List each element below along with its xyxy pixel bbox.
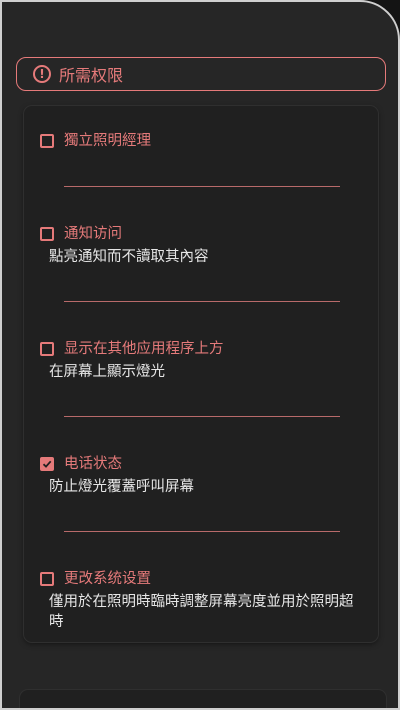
checkbox-lighting-manager[interactable] [40,134,54,148]
permission-description: 點亮通知而不讀取其內容 [49,249,209,265]
divider [64,301,340,302]
checkbox-display-over-apps[interactable] [40,342,54,356]
checkbox-modify-system-settings[interactable] [40,572,54,586]
permission-title[interactable]: 通知访问 [64,225,122,243]
permissions-card: 獨立照明經理 通知访问 點亮通知而不讀取其內容 显示在其他应用程序上方 在屏幕上… [24,106,378,642]
permission-item-phone-state: 电话状态 防止燈光覆蓋呼叫屏幕 [40,455,362,497]
permission-title[interactable]: 更改系统设置 [64,570,151,588]
permission-title[interactable]: 电话状态 [64,455,122,473]
phone-screen: ! 所需权限 獨立照明經理 通知访问 點亮通知而不讀取其內容 显示在其他应用程序… [0,0,400,710]
permission-item-notification-access: 通知访问 點亮通知而不讀取其內容 [40,225,362,267]
divider [64,531,340,532]
permission-item-lighting-manager: 獨立照明經理 [40,132,362,150]
required-permissions-header: ! 所需权限 [16,57,386,91]
permission-title[interactable]: 显示在其他应用程序上方 [64,340,224,358]
permission-title[interactable]: 獨立照明經理 [64,132,151,150]
divider [64,186,340,187]
check-icon [42,460,52,468]
header-title: 所需权限 [59,66,124,85]
alert-circle-icon: ! [33,65,51,83]
divider [64,416,340,417]
permission-item-modify-system-settings: 更改系统设置 僅用於在照明時臨時調整屏幕亮度並用於照明超時 [40,570,362,632]
checkbox-phone-state[interactable] [40,457,54,471]
permission-description: 僅用於在照明時臨時調整屏幕亮度並用於照明超時 [49,594,354,630]
next-card-partial [20,690,386,708]
permission-description: 在屏幕上顯示燈光 [49,364,165,380]
permission-item-display-over-apps: 显示在其他应用程序上方 在屏幕上顯示燈光 [40,340,362,382]
permission-description: 防止燈光覆蓋呼叫屏幕 [49,479,194,495]
checkbox-notification-access[interactable] [40,227,54,241]
